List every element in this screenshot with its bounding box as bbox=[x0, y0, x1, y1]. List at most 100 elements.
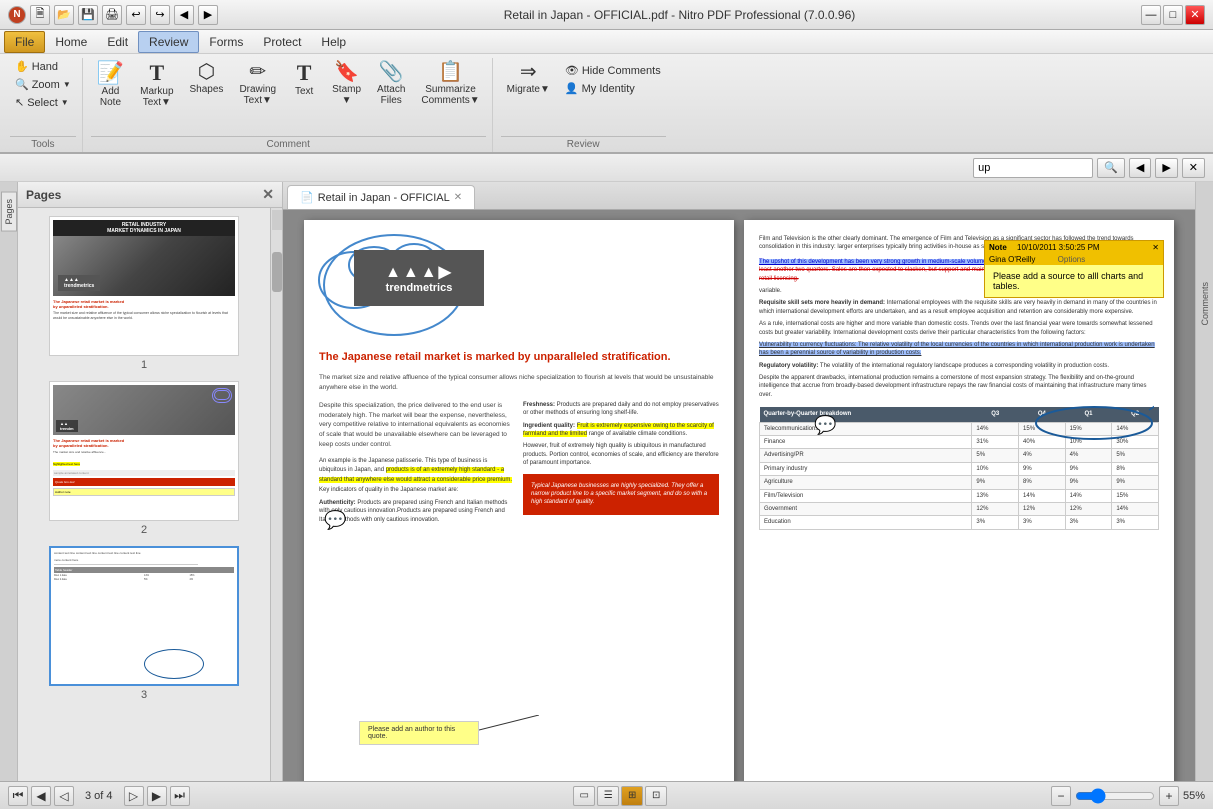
shapes-label: Shapes bbox=[190, 84, 224, 95]
single-page-btn[interactable]: ▭ bbox=[573, 786, 595, 806]
save-btn[interactable]: 💾 bbox=[78, 5, 98, 25]
stamp-btn[interactable]: 🔖 Stamp▼ bbox=[326, 58, 367, 110]
fit-page-btn[interactable]: ⊡ bbox=[645, 786, 667, 806]
search-prev-btn[interactable]: ◀ bbox=[1129, 158, 1151, 178]
pages-tab[interactable]: Pages bbox=[1, 192, 17, 232]
add-note-btn[interactable]: 📝 AddNote bbox=[91, 58, 130, 112]
drawing-text-btn[interactable]: ✏ DrawingText▼ bbox=[233, 58, 282, 110]
menu-file[interactable]: File bbox=[4, 31, 45, 53]
sidebar-close-btn[interactable]: ✕ bbox=[262, 186, 274, 203]
search-next-btn[interactable]: ▶ bbox=[1155, 158, 1177, 178]
my-identity-btn[interactable]: 👤 My Identity bbox=[560, 80, 666, 97]
hide-comments-btn[interactable]: 👁 Hide Comments bbox=[560, 62, 666, 79]
view-buttons: ▭ ☰ ⊞ ⊡ bbox=[573, 786, 667, 806]
select-tool-btn[interactable]: ↖ Select ▼ bbox=[10, 94, 76, 111]
page-info: 3 of 4 bbox=[77, 790, 121, 802]
undo-btn[interactable]: ↩ bbox=[126, 5, 146, 25]
summarize-comments-btn[interactable]: 📋 SummarizeComments▼ bbox=[415, 58, 485, 110]
table-row: Agriculture 9% 8% 9% 9% bbox=[760, 476, 1159, 489]
author-note-arrow bbox=[479, 715, 539, 745]
row-film-label: Film/Television bbox=[760, 489, 972, 502]
select-icon: ↖ bbox=[15, 96, 24, 109]
markup-text-btn[interactable]: T MarkupText▼ bbox=[134, 58, 179, 112]
note-body: Please add a source to alll charts and t… bbox=[985, 265, 1163, 297]
search-close-btn[interactable]: ✕ bbox=[1182, 158, 1205, 178]
close-btn[interactable]: ✕ bbox=[1185, 5, 1205, 25]
note-options-btn[interactable]: Options bbox=[1058, 255, 1086, 264]
menu-home[interactable]: Home bbox=[45, 31, 97, 53]
menu-forms[interactable]: Forms bbox=[199, 31, 253, 53]
open-btn[interactable]: 📂 bbox=[54, 5, 74, 25]
sidebar-scrollbar[interactable] bbox=[270, 208, 282, 781]
select-label: Select bbox=[27, 97, 58, 109]
row-primary-label: Primary industry bbox=[760, 462, 972, 475]
page-thumb-2[interactable]: ▲▲trendm The Japanese retail market is m… bbox=[26, 381, 262, 536]
app-icon: N bbox=[8, 6, 26, 24]
hand-label: Hand bbox=[32, 61, 58, 73]
stamp-label: Stamp▼ bbox=[332, 84, 361, 106]
page-num-2: 2 bbox=[26, 524, 262, 536]
back-btn[interactable]: ◀ bbox=[174, 5, 194, 25]
note-label: Note bbox=[989, 243, 1007, 252]
minimize-btn[interactable]: — bbox=[1141, 5, 1161, 25]
zoom-slider[interactable] bbox=[1075, 788, 1155, 804]
review-group-label: Review bbox=[501, 136, 666, 152]
page-thumb-1[interactable]: RETAIL INDUSTRYMARKET DYNAMICS IN JAPAN … bbox=[26, 216, 262, 371]
text-btn[interactable]: T Text bbox=[286, 58, 322, 101]
row-edu-q2: 3% bbox=[1112, 516, 1159, 529]
zoom-icon: 🔍 bbox=[15, 78, 29, 91]
shapes-icon: ⬡ bbox=[198, 62, 215, 82]
hide-comments-icon: 👁 bbox=[565, 64, 579, 77]
zoom-label: Zoom bbox=[32, 79, 60, 91]
shapes-btn[interactable]: ⬡ Shapes bbox=[184, 58, 230, 99]
migrate-btn[interactable]: ⇒ Migrate▼ bbox=[501, 58, 556, 99]
right-section3: Despite the apparent drawbacks, internat… bbox=[759, 374, 1159, 399]
markup-text-icon: T bbox=[149, 62, 164, 84]
print-btn[interactable]: 🖨 bbox=[102, 5, 122, 25]
row-finance-q3: 31% bbox=[972, 436, 1019, 449]
redo-btn[interactable]: ↪ bbox=[150, 5, 170, 25]
row-film-q4: 14% bbox=[1019, 489, 1066, 502]
prev-btn[interactable]: ◁ bbox=[54, 786, 74, 806]
title-bar: N 🗎 📂 💾 🖨 ↩ ↪ ◀ ▶ Retail in Japan - OFFI… bbox=[0, 0, 1213, 30]
menu-review[interactable]: Review bbox=[138, 31, 199, 53]
row-edu-q1: 3% bbox=[1065, 516, 1112, 529]
forward-btn[interactable]: ▶ bbox=[198, 5, 218, 25]
doc-scroll[interactable]: ▲▲▲▶ trendmetrics 💬 The Japanese retail … bbox=[283, 210, 1195, 781]
zoom-in-btn[interactable]: + bbox=[1159, 786, 1179, 806]
hand-tool-btn[interactable]: ✋ Hand bbox=[10, 58, 76, 75]
two-page-btn[interactable]: ⊞ bbox=[621, 786, 643, 806]
pages-tab-label: Pages bbox=[4, 199, 14, 225]
first-page-btn[interactable]: ⏮ bbox=[8, 786, 28, 806]
search-input[interactable] bbox=[973, 158, 1093, 178]
row-gov-q1: 12% bbox=[1065, 502, 1112, 515]
row-agriculture-q3: 9% bbox=[972, 476, 1019, 489]
continuous-btn[interactable]: ☰ bbox=[597, 786, 619, 806]
last-page-btn[interactable]: ⏭ bbox=[170, 786, 190, 806]
window-title: Retail in Japan - OFFICIAL.pdf - Nitro P… bbox=[504, 8, 855, 22]
next-btn[interactable]: ▷ bbox=[124, 786, 144, 806]
right-costs: As a rule, international costs are highe… bbox=[759, 320, 1159, 337]
row-telecom-q3: 14% bbox=[972, 422, 1019, 435]
window-controls: — □ ✕ bbox=[1141, 5, 1205, 25]
search-button[interactable]: 🔍 bbox=[1097, 158, 1125, 178]
row-film-q3: 13% bbox=[972, 489, 1019, 502]
menu-help[interactable]: Help bbox=[311, 31, 356, 53]
zoom-tool-btn[interactable]: 🔍 Zoom ▼ bbox=[10, 76, 76, 93]
doc-tab-main[interactable]: 📄 Retail in Japan - OFFICIAL ✕ bbox=[287, 185, 475, 209]
page-thumb-3[interactable]: content text line content text line cont… bbox=[26, 546, 262, 701]
menu-protect[interactable]: Protect bbox=[253, 31, 311, 53]
attach-files-btn[interactable]: 📎 AttachFiles bbox=[371, 58, 411, 110]
prev-page-btn[interactable]: ◀ bbox=[31, 786, 51, 806]
zoom-out-btn[interactable]: − bbox=[1051, 786, 1071, 806]
menu-edit[interactable]: Edit bbox=[97, 31, 138, 53]
add-note-label: AddNote bbox=[100, 86, 121, 108]
doc-tab-close-btn[interactable]: ✕ bbox=[454, 192, 462, 203]
text-icon: T bbox=[297, 62, 312, 84]
comments-tab-label[interactable]: Comments bbox=[1200, 282, 1210, 326]
new-btn[interactable]: 🗎 bbox=[30, 5, 50, 25]
next-page-btn[interactable]: ▶ bbox=[147, 786, 167, 806]
note-close-btn[interactable]: ✕ bbox=[1152, 243, 1159, 252]
zoom-area: − + 55% bbox=[1051, 786, 1205, 806]
maximize-btn[interactable]: □ bbox=[1163, 5, 1183, 25]
